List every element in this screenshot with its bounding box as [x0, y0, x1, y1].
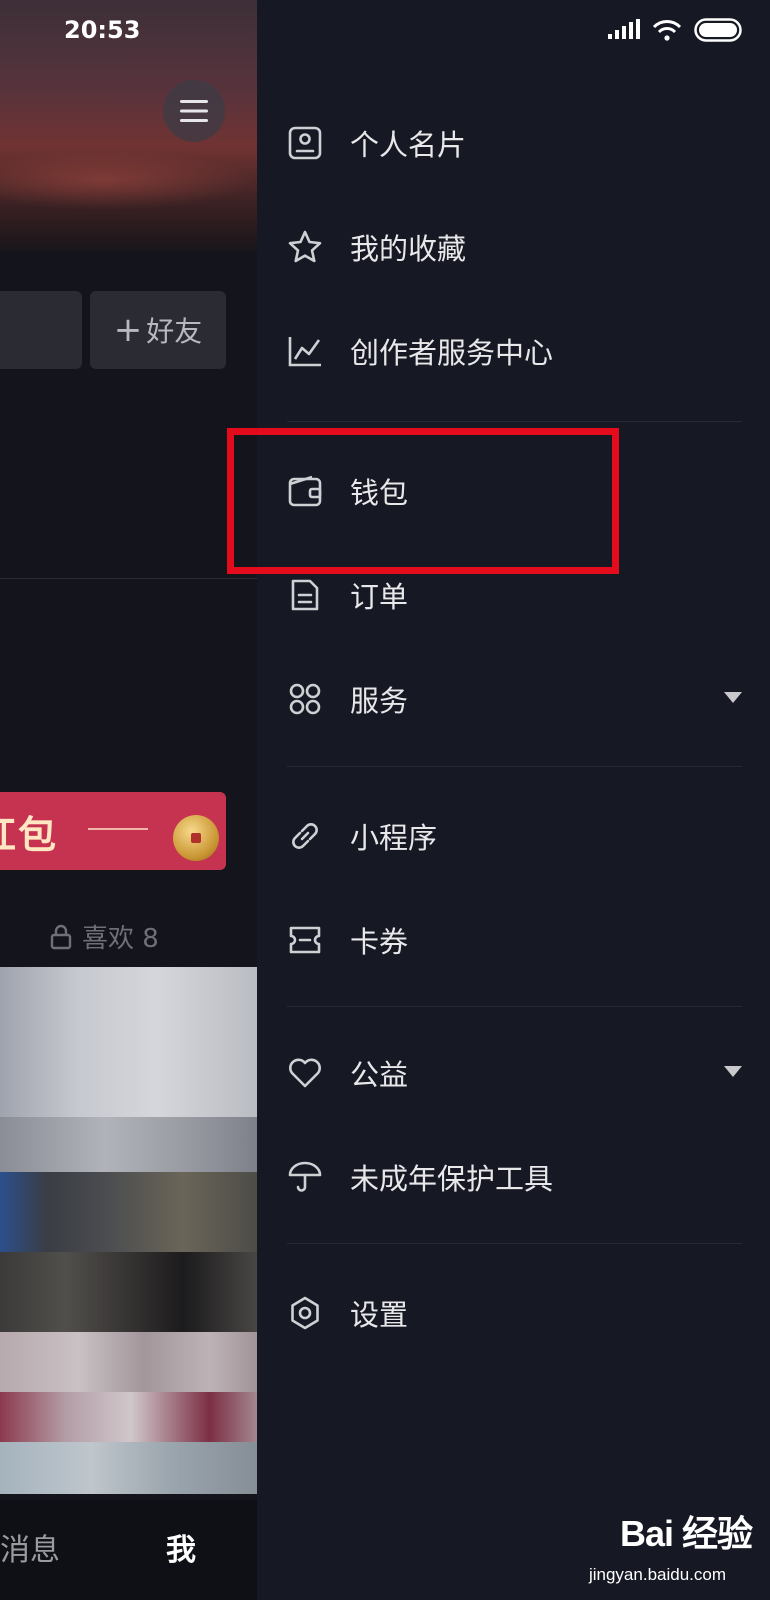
watermark-site: jingyan.baidu.com	[588, 1565, 726, 1584]
chevron-down-icon	[724, 692, 742, 703]
divider	[287, 1006, 742, 1007]
nav-messages[interactable]: 消息	[0, 1525, 60, 1569]
nav-me[interactable]: 我	[166, 1525, 196, 1569]
menu-item-label: 未成年保护工具	[350, 1162, 554, 1196]
watermark-logo: Bai 经验	[619, 1513, 753, 1554]
menu-item-label: 个人名片	[350, 128, 467, 162]
highlight-box	[227, 428, 619, 574]
menu-item-label: 小程序	[350, 821, 438, 855]
side-drawer: 个人名片 我的收藏 创作者服务中心 钱包 订单 服务 小程序 卡券 公益 未成年…	[257, 0, 770, 1600]
coin-icon	[173, 815, 219, 861]
status-time: 20:53	[64, 16, 141, 44]
umbrella-icon	[287, 1159, 323, 1195]
mosaic-band	[0, 1442, 257, 1494]
menu-item-minor-protection[interactable]: 未成年保护工具	[287, 1137, 742, 1217]
menu-item-services[interactable]: 服务	[287, 659, 742, 739]
add-friend-label: 好友	[146, 315, 203, 348]
chart-icon	[287, 333, 323, 369]
link-icon	[287, 818, 323, 854]
signal-icon	[608, 19, 640, 39]
divider	[287, 766, 742, 767]
menu-item-label: 设置	[350, 1298, 409, 1332]
id-card-icon	[287, 125, 323, 161]
divider	[287, 421, 742, 422]
banner-text: 红包	[0, 813, 59, 857]
menu-item-label: 卡券	[350, 925, 409, 959]
profile-page-background: 20:53 + 好友 红包 喜欢 8 消息 我	[0, 0, 257, 1600]
mosaic-band	[0, 967, 257, 1117]
wifi-icon	[652, 20, 682, 41]
menu-item-charity[interactable]: 公益	[287, 1033, 742, 1113]
settings-icon	[287, 1295, 323, 1331]
tab-likes-label: 喜欢 8	[82, 924, 159, 954]
grid-icon	[287, 681, 323, 717]
menu-item-label: 创作者服务中心	[350, 336, 554, 370]
menu-item-mini-programs[interactable]: 小程序	[287, 796, 742, 876]
baidu-jingyan-watermark: Bai 经验	[619, 1505, 753, 1557]
menu-item-settings[interactable]: 设置	[287, 1273, 742, 1353]
lock-icon	[50, 924, 72, 949]
heart-icon	[287, 1055, 323, 1091]
add-friend-button[interactable]: + 好友	[90, 291, 226, 369]
mosaic-band	[0, 1172, 257, 1252]
menu-item-label: 公益	[350, 1058, 409, 1092]
ticket-icon	[287, 922, 323, 958]
mosaic-band	[0, 1117, 257, 1172]
banner-decoration	[88, 828, 148, 830]
plus-icon: +	[113, 310, 143, 350]
mosaic-band	[0, 1252, 257, 1332]
hamburger-icon	[180, 100, 208, 122]
video-thumbnail[interactable]	[0, 967, 257, 1494]
menu-item-label: 服务	[350, 684, 409, 718]
menu-item-coupons[interactable]: 卡券	[287, 900, 742, 980]
menu-item-favorites[interactable]: 我的收藏	[287, 207, 742, 287]
edit-profile-button[interactable]	[0, 291, 82, 369]
star-icon	[287, 229, 323, 265]
menu-button[interactable]	[163, 80, 225, 142]
menu-item-profile-card[interactable]: 个人名片	[287, 103, 742, 183]
mosaic-band	[0, 1332, 257, 1392]
bottom-nav: 消息 我	[0, 1500, 257, 1600]
mosaic-band	[0, 1392, 257, 1442]
divider	[287, 1243, 742, 1244]
menu-item-label: 我的收藏	[350, 232, 467, 266]
red-packet-banner[interactable]: 红包	[0, 792, 226, 870]
menu-item-label: 订单	[350, 580, 409, 614]
tab-likes[interactable]: 喜欢 8	[50, 918, 159, 955]
divider	[0, 578, 257, 579]
chevron-down-icon	[724, 1066, 742, 1077]
menu-item-creator-center[interactable]: 创作者服务中心	[287, 311, 742, 391]
status-icons	[608, 18, 742, 42]
battery-icon	[694, 18, 742, 42]
order-icon	[287, 577, 323, 613]
